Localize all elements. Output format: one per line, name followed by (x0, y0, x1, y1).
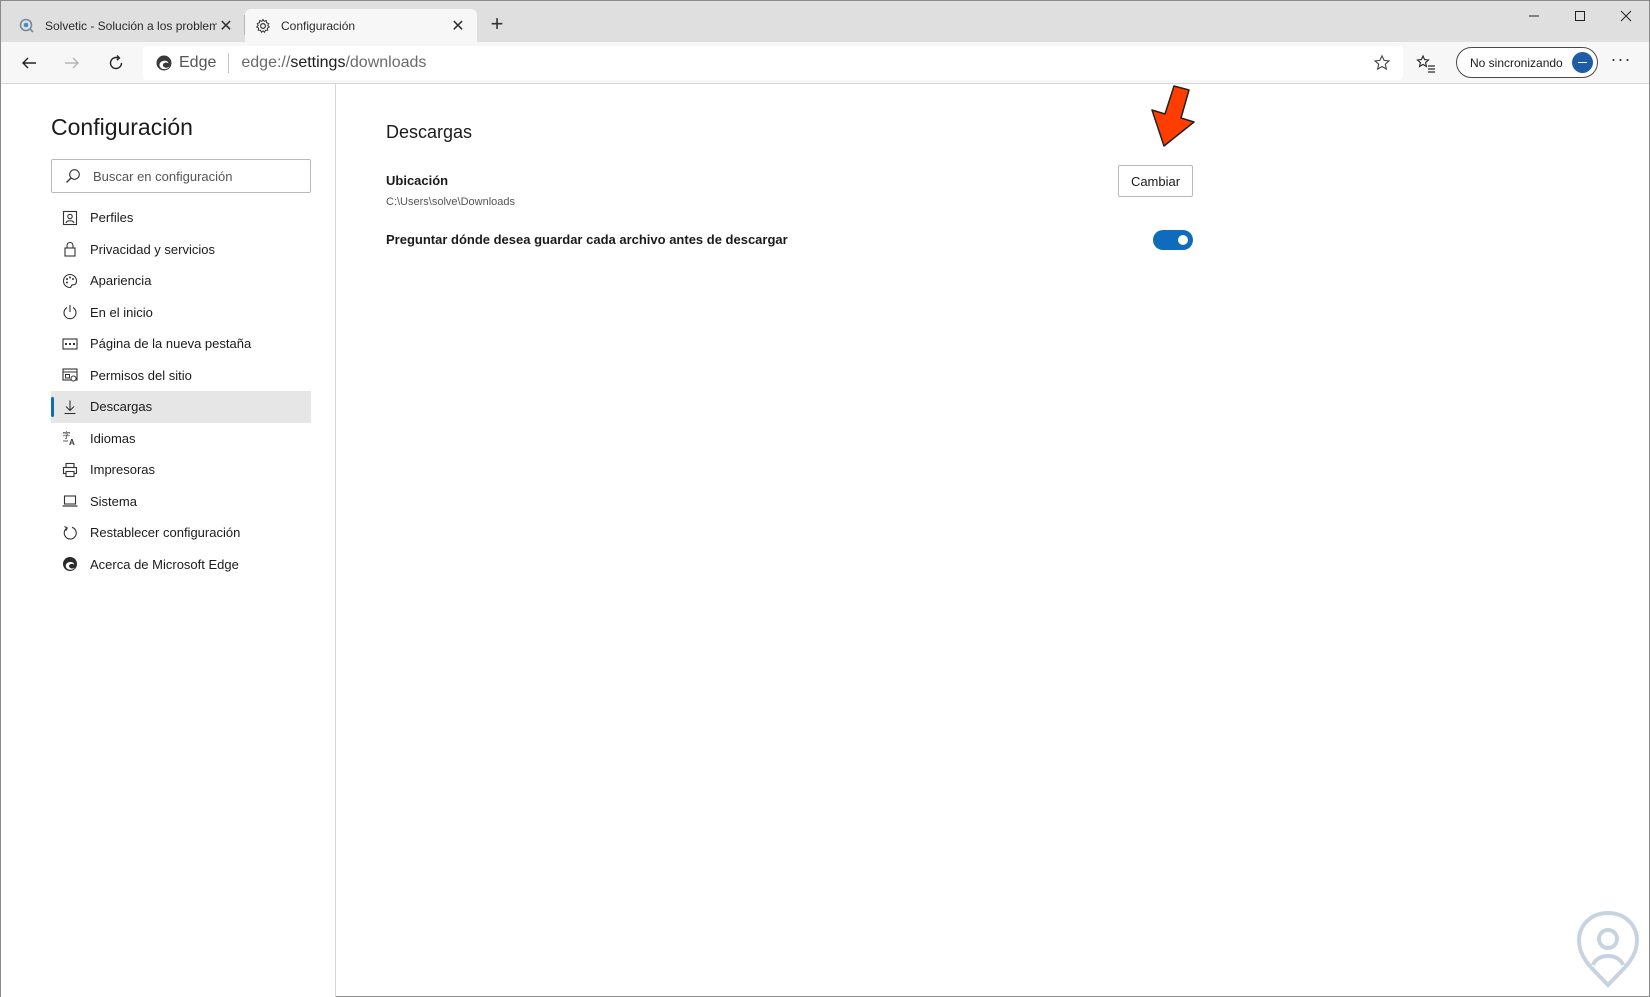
sidebar-item-label: Apariencia (90, 273, 152, 289)
palette-icon (61, 272, 79, 290)
change-location-button[interactable]: Cambiar (1118, 165, 1193, 197)
settings-sidebar: Configuración Perfiles Privacidad y serv… (1, 84, 336, 997)
minimize-icon[interactable] (1511, 1, 1557, 31)
back-arrow-icon[interactable] (15, 49, 43, 77)
new-tab-plus-icon[interactable]: + (485, 13, 509, 37)
sidebar-item-label: Sistema (90, 493, 137, 509)
settings-search-box[interactable] (51, 159, 311, 193)
tab-close-icon[interactable]: ✕ (217, 17, 235, 35)
page-title: Descargas (386, 122, 473, 142)
sidebar-item-privacidad[interactable]: Privacidad y servicios (51, 234, 311, 266)
url-text[interactable]: edge://settings/downloads (241, 54, 426, 72)
ask-where-to-save-toggle[interactable] (1153, 230, 1193, 250)
settings-menu: Perfiles Privacidad y servicios Aparienc… (51, 202, 311, 580)
svg-text:A: A (69, 438, 75, 446)
sidebar-item-restablecer[interactable]: Restablecer configuración (51, 517, 311, 549)
location-label: Ubicación (386, 173, 449, 188)
window-close-icon[interactable] (1603, 1, 1649, 31)
watermark-logo-icon (1573, 909, 1643, 989)
sidebar-item-label: Descargas (90, 399, 153, 415)
languages-icon: 字A (61, 429, 79, 447)
sidebar-item-label: Acerca de Microsoft Edge (90, 556, 239, 572)
sidebar-item-label: Restablecer configuración (90, 525, 241, 541)
sync-status-label: No sincronizando (1470, 55, 1563, 70)
toggle-knob (1178, 235, 1188, 245)
lock-icon (61, 240, 79, 258)
location-path: C:\Users\solve\Downloads (386, 196, 515, 208)
edge-logo-icon (61, 555, 79, 573)
sidebar-item-descargas[interactable]: Descargas (51, 391, 311, 423)
profile-sync-button[interactable]: No sincronizando (1456, 47, 1598, 78)
forward-arrow-icon[interactable] (58, 49, 86, 77)
favorites-icon[interactable] (1415, 53, 1437, 75)
reset-icon (61, 524, 79, 542)
address-prefix-label: Edge (179, 54, 217, 71)
gear-icon (255, 18, 271, 34)
search-input[interactable] (93, 168, 293, 184)
sidebar-item-perfiles[interactable]: Perfiles (51, 202, 311, 234)
maximize-icon[interactable] (1557, 1, 1603, 31)
sidebar-item-label: Permisos del sitio (90, 367, 192, 383)
sidebar-item-apariencia[interactable]: Apariencia (51, 265, 311, 297)
download-icon (61, 398, 79, 416)
sidebar-item-nueva-pestana[interactable]: Página de la nueva pestaña (51, 328, 311, 360)
red-arrow-pointer-icon (1144, 84, 1200, 150)
sidebar-item-label: Idiomas (90, 430, 136, 446)
address-bar[interactable]: Edge edge://settings/downloads (143, 46, 1403, 80)
sidebar-item-label: Impresoras (90, 462, 156, 478)
sidebar-title: Configuración (51, 114, 193, 140)
sidebar-item-acerca[interactable]: Acerca de Microsoft Edge (51, 549, 311, 581)
sidebar-item-label: Página de la nueva pestaña (90, 336, 252, 352)
tab-solvetic[interactable]: Solvetic - Solución a los problem ✕ (9, 9, 245, 42)
site-permissions-icon (61, 366, 79, 384)
sidebar-item-inicio[interactable]: En el inicio (51, 297, 311, 329)
sidebar-item-permisos[interactable]: Permisos del sitio (51, 360, 311, 392)
sidebar-item-sistema[interactable]: Sistema (51, 486, 311, 518)
url-path: /downloads (345, 54, 427, 71)
tab-title: Configuración (281, 18, 356, 33)
sidebar-item-label: En el inicio (90, 304, 153, 320)
sidebar-item-idiomas[interactable]: 字A Idiomas (51, 423, 311, 455)
laptop-icon (61, 492, 79, 510)
tab-title: Solvetic - Solución a los problem (45, 18, 217, 33)
tab-configuracion[interactable]: Configuración ✕ (245, 9, 477, 42)
solvetic-favicon-icon (19, 18, 35, 34)
add-favorite-star-icon[interactable] (1373, 54, 1391, 72)
tab-strip: Solvetic - Solución a los problem ✕ Conf… (1, 1, 1649, 42)
browser-window: Solvetic - Solución a los problem ✕ Conf… (0, 0, 1650, 997)
search-icon (65, 168, 81, 184)
sidebar-item-label: Perfiles (90, 210, 134, 226)
printer-icon (61, 461, 79, 479)
reload-icon[interactable] (102, 49, 130, 77)
new-tab-page-icon (61, 335, 79, 353)
settings-content: Descargas Ubicación C:\Users\solve\Downl… (336, 84, 1649, 997)
sidebar-item-label: Privacidad y servicios (90, 241, 215, 257)
navigation-toolbar: Edge edge://settings/downloads No sincro… (1, 42, 1649, 84)
more-options-icon[interactable]: ··· (1609, 50, 1633, 74)
avatar (1572, 52, 1593, 73)
power-icon (61, 303, 79, 321)
profile-icon (61, 209, 79, 227)
sidebar-item-impresoras[interactable]: Impresoras (51, 454, 311, 486)
tab-close-icon[interactable]: ✕ (449, 17, 467, 35)
edge-logo-icon (155, 54, 173, 72)
url-scheme: edge:// (241, 54, 291, 71)
ask-where-to-save-label: Preguntar dónde desea guardar cada archi… (386, 232, 788, 247)
url-host: settings (290, 54, 346, 71)
address-separator (228, 53, 230, 73)
